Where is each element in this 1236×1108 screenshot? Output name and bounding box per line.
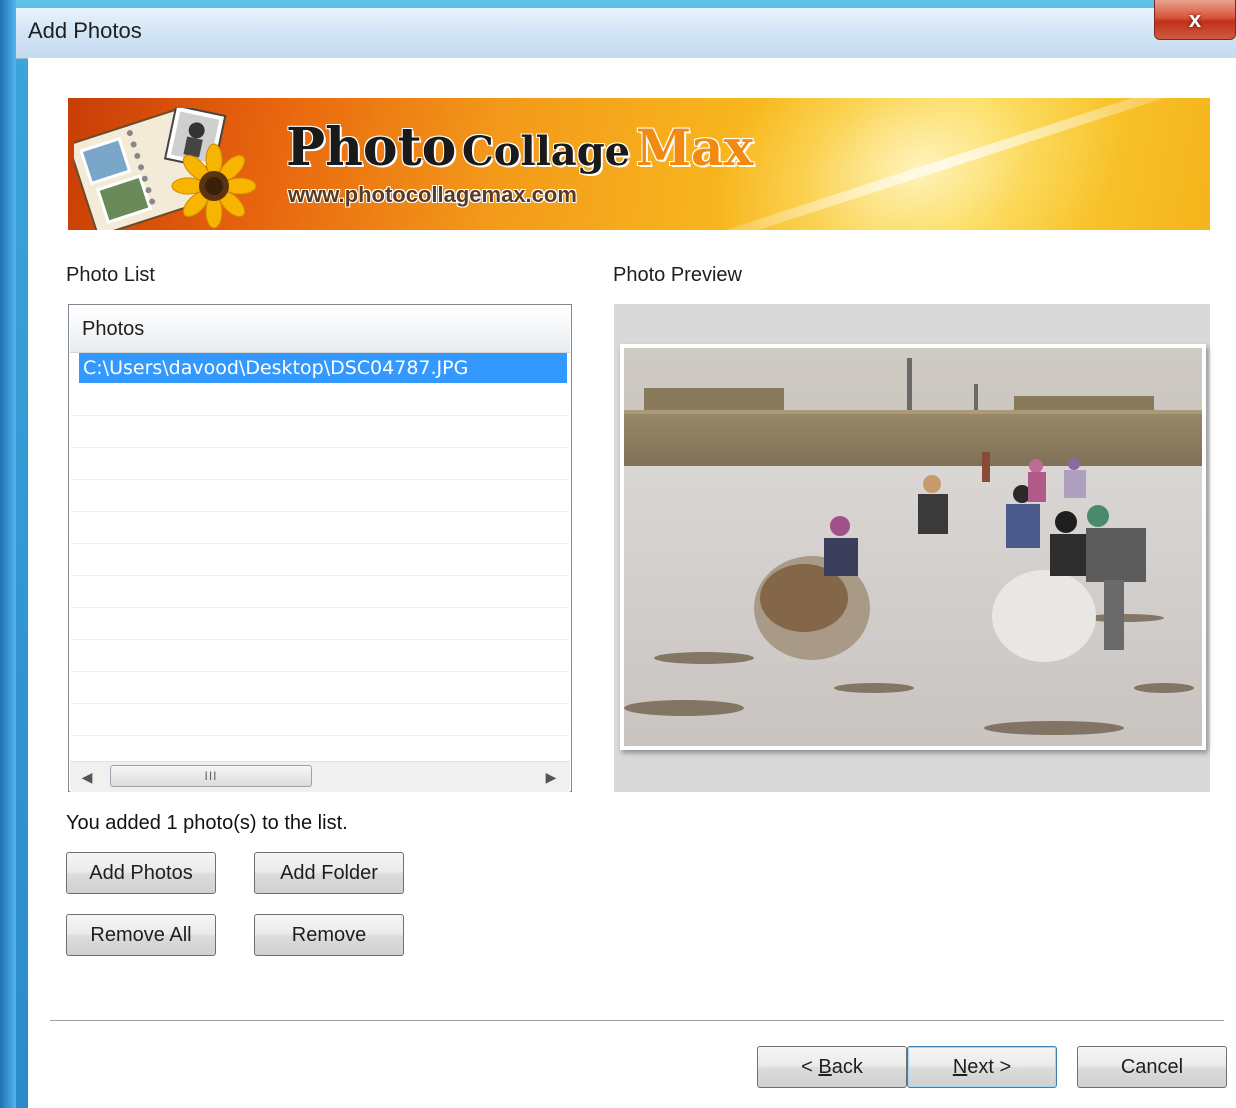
banner-title-collage: Collage	[461, 128, 631, 175]
list-item[interactable]: C:\Users\davood\Desktop\DSC04787.JPG	[79, 353, 567, 383]
photo-album-logo-icon	[74, 108, 257, 230]
grid-line	[71, 511, 569, 512]
grid-line	[71, 639, 569, 640]
snow-scene-photo	[624, 348, 1202, 746]
scroll-left-arrow-icon[interactable]: ◀	[72, 766, 102, 788]
window-title: Add Photos	[28, 18, 142, 43]
list-item-path: C:\Users\davood\Desktop\DSC04787.JPG	[83, 357, 469, 379]
photo-preview-pane	[614, 304, 1210, 792]
add-folder-button[interactable]: Add Folder	[254, 852, 404, 894]
banner-url: www.photocollagemax.com	[288, 182, 577, 207]
grid-line	[71, 671, 569, 672]
add-photos-button[interactable]: Add Photos	[66, 852, 216, 894]
title-bar[interactable]: Add Photos x	[16, 0, 1236, 59]
back-button[interactable]: < Back	[757, 1046, 907, 1088]
grid-line	[71, 703, 569, 704]
remove-label: Remove	[291, 923, 367, 946]
banner-title: Photo Collage Max	[286, 122, 753, 174]
grid-line	[71, 543, 569, 544]
remove-all-label: Remove All	[90, 923, 192, 946]
grid-line	[71, 607, 569, 608]
horizontal-scrollbar[interactable]: ◀ III ▶	[70, 761, 570, 792]
photo-list[interactable]: Photos C:\Users\davood\Desktop\DSC04787.…	[68, 304, 572, 792]
preview-image	[620, 344, 1206, 750]
remove-all-button[interactable]: Remove All	[66, 914, 216, 956]
back-label-rest: ack	[831, 1055, 863, 1078]
cancel-label: Cancel	[1120, 1055, 1184, 1078]
next-label-accel: N	[952, 1055, 968, 1078]
grid-line	[71, 735, 569, 736]
column-header-photos[interactable]: Photos	[70, 306, 570, 353]
column-header-label: Photos	[82, 318, 145, 340]
scroll-right-arrow-icon[interactable]: ▶	[536, 766, 566, 788]
grid-line	[71, 447, 569, 448]
banner-title-max: Max	[635, 118, 754, 177]
banner-title-photo: Photo	[286, 117, 457, 178]
footer-separator	[50, 1020, 1224, 1024]
remove-button[interactable]: Remove	[254, 914, 404, 956]
photo-preview-label: Photo Preview	[613, 264, 742, 286]
grid-line	[71, 575, 569, 576]
scrollbar-thumb[interactable]: III	[110, 765, 312, 787]
app-banner: Photo Collage Max www.photocollagemax.co…	[68, 98, 1210, 230]
grid-line	[71, 479, 569, 480]
grid-line	[71, 415, 569, 416]
close-icon: x	[1188, 6, 1202, 32]
next-label: Next >	[953, 1056, 1011, 1079]
next-button[interactable]: Next >	[907, 1046, 1057, 1088]
dialog-client-area: Photo Collage Max www.photocollagemax.co…	[28, 58, 1236, 1108]
status-text: You added 1 photo(s) to the list.	[66, 812, 348, 834]
add-photos-label: Add Photos	[89, 861, 193, 884]
add-folder-label: Add Folder	[280, 861, 378, 884]
window-frame-left	[0, 0, 16, 1108]
scrollbar-grip-icon: III	[204, 769, 218, 783]
back-label-prefix: <	[801, 1055, 819, 1078]
close-button[interactable]: x	[1154, 0, 1236, 40]
back-label: < Back	[801, 1056, 863, 1079]
photo-list-label: Photo List	[66, 264, 155, 286]
back-label-accel: B	[818, 1055, 832, 1078]
cancel-button[interactable]: Cancel	[1077, 1046, 1227, 1088]
next-label-rest: ext >	[967, 1055, 1012, 1078]
